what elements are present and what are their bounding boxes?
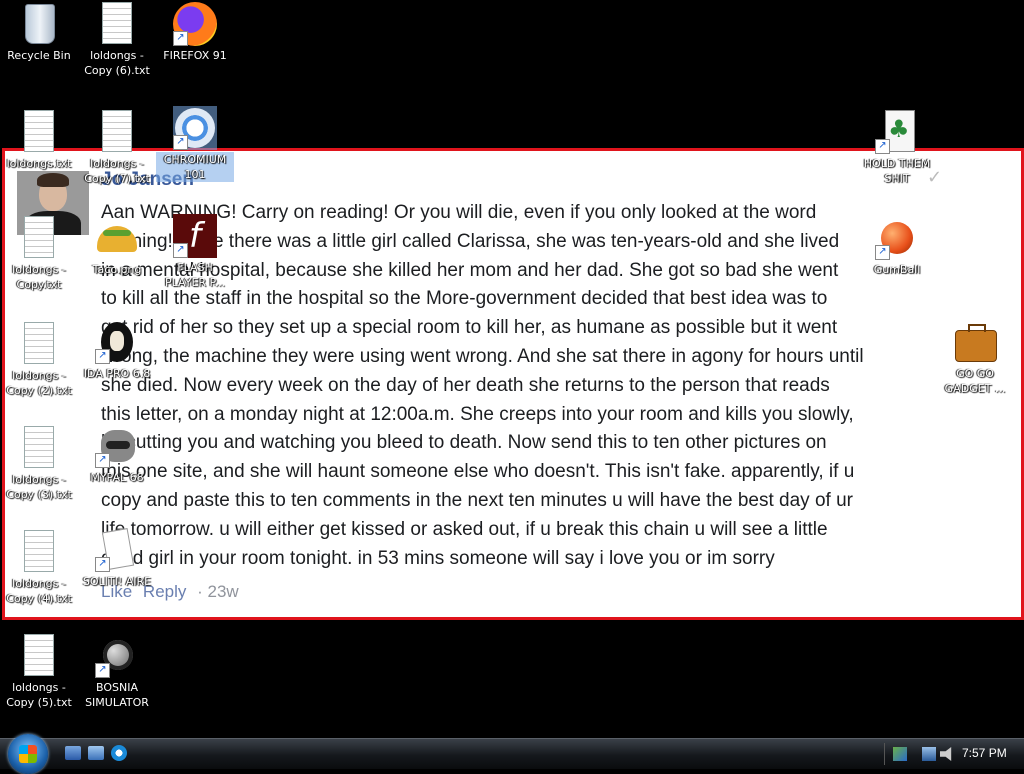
shortcut-arrow-icon: ↗: [875, 139, 890, 154]
gumball-icon: ↗: [875, 216, 919, 260]
text-file-icon: [17, 426, 61, 470]
shortcut-arrow-icon: ↗: [173, 135, 188, 150]
ida-pro-icon: ↗: [95, 320, 139, 364]
comment-age: · 23w: [197, 582, 239, 601]
briefcase-icon: [953, 320, 997, 364]
text-file-icon: [17, 322, 61, 366]
icon-label: BOSNIA SIMULATOR: [85, 681, 149, 709]
text-file-icon: [17, 216, 61, 260]
recycle-bin-icon: [17, 2, 61, 46]
windows-defender-icon[interactable]: [893, 747, 907, 761]
shortcut-arrow-icon: ↗: [173, 243, 188, 258]
icon-label: loldongs - Copy.txt: [12, 263, 66, 291]
desktop-icon-firefox[interactable]: ↗ FIREFOX 91: [156, 2, 234, 63]
desktop-icon-solitaire[interactable]: ↗ SOLITI! AIRE: [78, 528, 156, 589]
desktop-icon-taco[interactable]: Taco.png: [78, 216, 156, 277]
icon-label: SOLITI! AIRE: [82, 575, 152, 588]
icon-label: Taco.png: [92, 263, 142, 276]
desktop-icon-loldongs-copy-3[interactable]: loldongs - Copy (3).txt: [0, 426, 78, 502]
desktop-icon-loldongs-copy-7[interactable]: loldongs - Copy (7).txt: [78, 110, 156, 186]
icon-label: IDA PRO 6.8: [83, 367, 151, 380]
taco-image-icon: [95, 216, 139, 260]
icon-label: GumBall: [873, 263, 921, 276]
desktop-icon-recycle-bin[interactable]: Recycle Bin: [0, 2, 78, 63]
icon-label: CHROMIUM 101: [156, 152, 234, 182]
icon-label: loldongs - Copy (2).txt: [6, 369, 72, 397]
text-file-icon: [95, 2, 139, 46]
playing-cards-icon: ↗: [95, 528, 139, 572]
desktop-icon-loldongs-copy[interactable]: loldongs - Copy.txt: [0, 216, 78, 292]
network-icon[interactable]: [922, 747, 936, 761]
desktop-icon-go-go-gadget[interactable]: GO GO GADGET ...: [936, 320, 1014, 396]
taskbar: 7:57 PM: [0, 734, 1024, 774]
desktop-icon-loldongs-copy-2[interactable]: loldongs - Copy (2).txt: [0, 322, 78, 398]
desktop-icon-loldongs-copy-5[interactable]: loldongs - Copy (5).txt: [0, 634, 78, 710]
chromium-icon: ↗: [173, 106, 217, 150]
shortcut-arrow-icon: ↗: [875, 245, 890, 260]
text-file-icon: [17, 530, 61, 574]
raccoon-icon: ↗: [95, 424, 139, 468]
shortcut-arrow-icon: ↗: [95, 349, 110, 364]
switch-windows-icon[interactable]: [88, 746, 104, 760]
internet-explorer-icon[interactable]: [111, 745, 127, 761]
desktop-icon-hold-them[interactable]: ↗ HOLD THEM SHIT: [858, 110, 936, 186]
solitaire-card-icon: ↗: [875, 110, 919, 154]
desktop-icon-loldongs[interactable]: loldongs.txt: [0, 110, 78, 171]
icon-label: loldongs - Copy (7).txt: [84, 157, 150, 185]
text-file-icon: [95, 110, 139, 154]
show-desktop-icon[interactable]: [65, 746, 81, 760]
flash-icon: f ↗: [173, 214, 217, 258]
icon-label: FIREFOX 91: [163, 49, 227, 62]
start-button[interactable]: [8, 734, 48, 774]
desktop-icon-flash-player[interactable]: f ↗ FLASH PLAYER P...: [156, 214, 234, 290]
tray-separator: [884, 743, 885, 765]
shortcut-arrow-icon: ↗: [95, 557, 110, 572]
shortcut-arrow-icon: ↗: [95, 453, 110, 468]
desktop-icon-mypal[interactable]: ↗ MYPAL 68: [78, 424, 156, 485]
desktop-icon-loldongs-copy-4[interactable]: loldongs - Copy (4).txt: [0, 530, 78, 606]
icon-label: Recycle Bin: [7, 49, 71, 62]
desktop-icon-chromium[interactable]: ↗ CHROMIUM 101: [156, 106, 234, 182]
icon-label: loldongs - Copy (6).txt: [84, 49, 150, 77]
desktop-icon-bosnia-simulator[interactable]: ↗ BOSNIA SIMULATOR: [78, 634, 156, 710]
text-file-icon: [17, 634, 61, 678]
icon-label: HOLD THEM SHIT: [863, 157, 931, 185]
icon-label: loldongs.txt: [6, 157, 72, 170]
icon-label: loldongs - Copy (5).txt: [6, 681, 72, 709]
icon-label: loldongs - Copy (3).txt: [6, 473, 72, 501]
shortcut-arrow-icon: ↗: [95, 663, 110, 678]
desktop-icon-gumball[interactable]: ↗ GumBall: [858, 216, 936, 277]
taskbar-clock[interactable]: 7:57 PM: [962, 746, 1007, 760]
desktop-icon-loldongs-copy-6[interactable]: loldongs - Copy (6).txt: [78, 2, 156, 78]
icon-label: FLASH PLAYER P...: [165, 261, 225, 289]
volume-muted-icon[interactable]: [940, 747, 952, 761]
firefox-icon: ↗: [173, 2, 217, 46]
text-file-icon: [17, 110, 61, 154]
shortcut-arrow-icon: ↗: [173, 31, 188, 46]
icon-label: GO GO GADGET ...: [944, 367, 1006, 395]
icon-label: MYPAL 68: [90, 471, 144, 484]
icon-label: loldongs - Copy (4).txt: [6, 577, 72, 605]
mine-icon: ↗: [95, 634, 139, 678]
desktop-icon-ida-pro[interactable]: ↗ IDA PRO 6.8: [78, 320, 156, 381]
